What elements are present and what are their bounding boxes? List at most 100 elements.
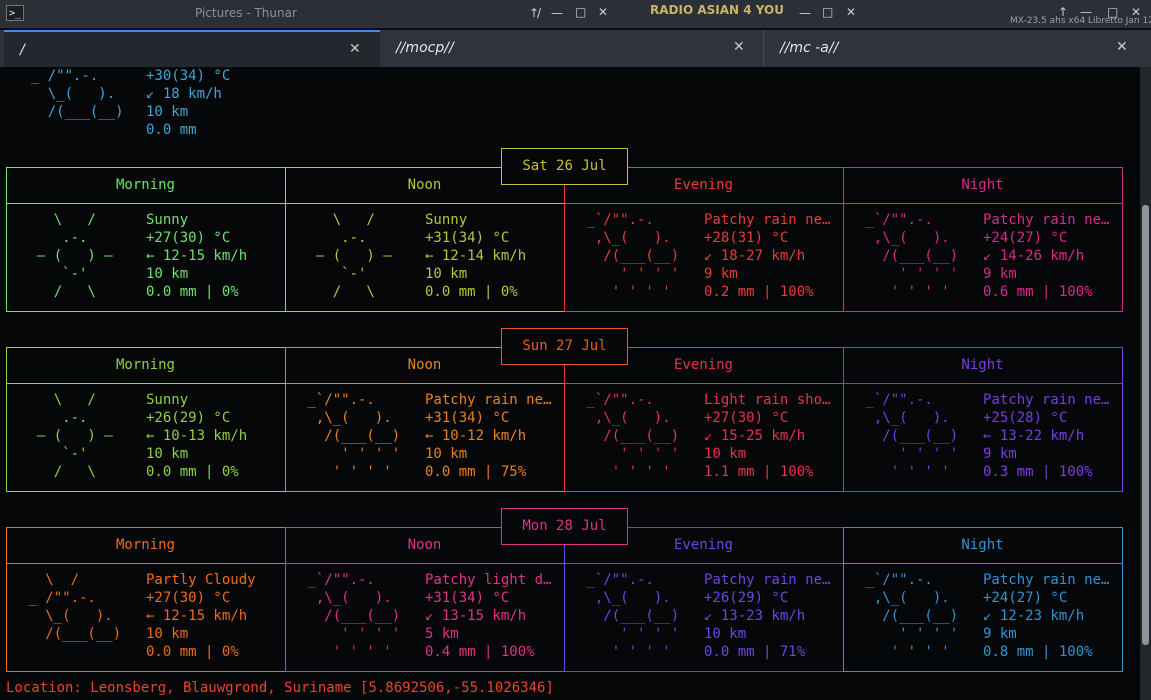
tab-close-icon[interactable]: ✕	[349, 41, 361, 57]
current-wind: ↙ 18 km/h	[146, 86, 222, 102]
period-header: Noon	[407, 177, 442, 193]
period-header: Morning	[115, 177, 175, 193]
weather-art-line: /(___(__)	[299, 428, 409, 444]
tab-label: //mocp//	[396, 40, 454, 56]
tab-close-icon[interactable]: ✕	[733, 39, 745, 55]
bg-close-icon[interactable]: ✕	[846, 5, 856, 19]
current-temperature: +30(34) °C	[146, 68, 231, 84]
period-precip: 0.2 mm | 100%	[704, 284, 814, 300]
weather-art-line: ' ' ' '	[299, 626, 409, 642]
period-temp: +27(30) °C	[704, 410, 789, 426]
bg-minimize-icon[interactable]: —	[799, 6, 811, 20]
period-precip: 0.4 mm | 100%	[425, 644, 535, 660]
period-header: Evening	[673, 177, 733, 193]
weather-art-line: ' ' ' '	[857, 284, 967, 300]
period-temp: +31(34) °C	[425, 410, 510, 426]
tab-mc[interactable]: //mc -a// ✕	[763, 30, 1143, 67]
table-border	[843, 491, 1123, 492]
table-border	[843, 311, 1123, 312]
period-header: Night	[961, 537, 1004, 553]
period-wind: ← 12-15 km/h	[146, 608, 248, 624]
table-border	[843, 383, 1123, 384]
tab-close-icon[interactable]: ✕	[1116, 39, 1128, 55]
table-border	[564, 203, 844, 204]
weather-art-line: `-'	[299, 266, 409, 282]
weather-art-line: _`/"".-.	[578, 212, 688, 228]
weather-art-line: ' ' ' '	[299, 464, 409, 480]
weather-art-line: _`/"".-.	[299, 392, 409, 408]
table-border	[6, 347, 286, 348]
period-vis: 10 km	[425, 266, 468, 282]
weather-art-line: /(___(__)	[20, 626, 130, 642]
current-art-line: _ /"".-.	[14, 68, 133, 84]
period-vis: 10 km	[704, 446, 747, 462]
period-header: Morning	[115, 537, 175, 553]
weather-art-line: _`/"".-.	[857, 392, 967, 408]
background-window-title: Pictures - Thunar	[195, 6, 297, 20]
weather-art-line: ,\_( ).	[578, 230, 688, 246]
period-wind: ← 12-15 km/h	[146, 248, 248, 264]
table-border	[6, 167, 286, 168]
period-precip: 0.0 mm | 0%	[146, 284, 239, 300]
weather-art-line: ' ' ' '	[578, 464, 688, 480]
minimize-icon[interactable]: —	[551, 6, 563, 20]
weather-art-line: /(___(__)	[857, 248, 967, 264]
tab-mocp[interactable]: //mocp// ✕	[380, 30, 763, 67]
period-temp: +31(34) °C	[425, 230, 510, 246]
period-vis: 10 km	[704, 626, 747, 642]
period-vis: 9 km	[704, 266, 738, 282]
period-wind: ↙ 12-23 km/h	[983, 608, 1085, 624]
period-wind: ← 13-22 km/h	[983, 428, 1085, 444]
weather-art-line: ― ( ) ―	[20, 428, 130, 444]
period-temp: +27(30) °C	[146, 230, 231, 246]
terminal-menu-icon[interactable]: >_	[6, 5, 24, 21]
period-wind: ↙ 15-25 km/h	[704, 428, 806, 444]
weather-art-line: ' ' ' '	[857, 464, 967, 480]
tab-label: //mc -a//	[780, 40, 839, 56]
weather-art-line: .-.	[20, 230, 130, 246]
weather-art-line: \ /	[20, 392, 130, 408]
close-window-icon[interactable]: ✕	[598, 5, 608, 19]
table-border	[843, 563, 1123, 564]
period-temp: +26(29) °C	[146, 410, 231, 426]
period-wind: ↙ 18-27 km/h	[704, 248, 806, 264]
weather-art-line: \_( ).	[20, 608, 130, 624]
weather-art-line: ' ' ' '	[857, 626, 967, 642]
table-border	[843, 671, 1123, 672]
period-desc: Patchy rain ne…	[425, 392, 552, 408]
weather-art-line: ,\_( ).	[299, 410, 409, 426]
period-precip: 0.8 mm | 100%	[983, 644, 1093, 660]
weather-art-line: ,\_( ).	[857, 410, 967, 426]
period-precip: 0.3 mm | 100%	[983, 464, 1093, 480]
weather-art-line: / \	[299, 284, 409, 300]
table-border	[285, 383, 565, 384]
period-temp: +31(34) °C	[425, 590, 510, 606]
weather-art-line: \ /	[20, 572, 130, 588]
weather-art-line: ,\_( ).	[857, 590, 967, 606]
period-temp: +28(31) °C	[704, 230, 789, 246]
table-border	[1122, 167, 1123, 312]
period-vis: 10 km	[425, 446, 468, 462]
bg-maximize-icon[interactable]: □	[822, 5, 833, 19]
period-header: Noon	[407, 537, 442, 553]
weather-art-line: ' ' ' '	[299, 644, 409, 660]
period-vis: 10 km	[146, 626, 189, 642]
period-temp: +24(27) °C	[983, 590, 1068, 606]
table-border	[564, 311, 844, 312]
weather-art-line: `-'	[20, 446, 130, 462]
current-precipitation: 0.0 mm	[146, 122, 197, 138]
period-precip: 0.6 mm | 100%	[983, 284, 1093, 300]
weather-art-line: / \	[20, 284, 130, 300]
weather-art-line: ' ' ' '	[578, 284, 688, 300]
period-header: Noon	[407, 357, 442, 373]
maximize-icon[interactable]: □	[575, 5, 586, 19]
table-border	[6, 383, 286, 384]
table-border	[6, 203, 286, 204]
system-info: MX-23.5 ahs x64 Libretto Jan 12	[1010, 16, 1151, 26]
scrollbar-thumb[interactable]	[1142, 205, 1149, 645]
weather-art-line: ― ( ) ―	[299, 248, 409, 264]
period-desc: Sunny	[425, 212, 468, 228]
tab-root[interactable]: / ✕	[4, 30, 380, 67]
weather-art-line: /(___(__)	[578, 248, 688, 264]
weather-art-line: ' ' ' '	[857, 266, 967, 282]
